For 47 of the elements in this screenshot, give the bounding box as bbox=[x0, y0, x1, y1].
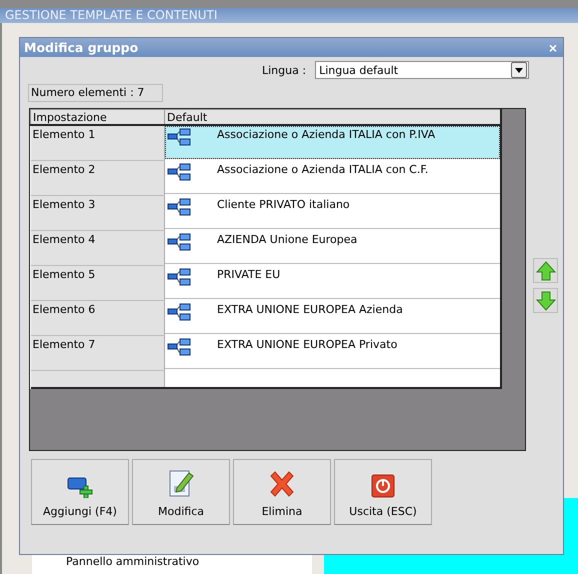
tree-icon bbox=[167, 232, 191, 252]
tree-icon bbox=[167, 198, 191, 218]
column-header[interactable]: Default bbox=[164, 110, 501, 125]
element-count: Numero elementi : 7 bbox=[28, 84, 163, 102]
dialog-title: Modifica gruppo bbox=[24, 40, 138, 55]
tree-icon bbox=[167, 162, 191, 182]
delete-icon bbox=[268, 470, 296, 498]
tree-item[interactable]: Pannello amministrativo bbox=[66, 555, 200, 568]
table-cell: Elemento 2 bbox=[30, 160, 164, 196]
cell-text: Cliente PRIVATO italiano bbox=[217, 198, 350, 212]
document-pencil-icon bbox=[167, 468, 195, 498]
cell-text: AZIENDA Unione Europea bbox=[217, 232, 358, 248]
table-cell[interactable]: Cliente PRIVATO italiano bbox=[165, 196, 500, 228]
table-cell[interactable]: PRIVATE EU bbox=[165, 266, 500, 298]
add-button[interactable]: Aggiungi (F4) bbox=[31, 459, 129, 525]
table-cell[interactable]: AZIENDA Unione Europea bbox=[165, 230, 500, 264]
up-arrow-icon bbox=[536, 260, 556, 280]
language-label: Lingua : bbox=[262, 64, 306, 76]
table-cell[interactable]: EXTRA UNIONE EUROPEA Privato bbox=[165, 336, 500, 368]
cell-text: EXTRA UNIONE EUROPEA Azienda bbox=[217, 302, 403, 318]
delete-button[interactable]: Elimina bbox=[233, 459, 331, 525]
table-cell: Elemento 7 bbox=[30, 336, 164, 370]
edit-button[interactable]: Modifica bbox=[132, 459, 230, 525]
table-cell: Elemento 5 bbox=[30, 266, 164, 300]
table-cell: Elemento 3 bbox=[30, 196, 164, 230]
cell-text: Associazione o Azienda ITALIA con P.IVA bbox=[217, 128, 436, 143]
exit-button[interactable]: Uscita (ESC) bbox=[334, 459, 432, 525]
language-dropdown[interactable]: Lingua default bbox=[315, 61, 530, 79]
move-up-button[interactable] bbox=[533, 258, 558, 283]
table-cell[interactable]: EXTRA UNIONE EUROPEA Azienda bbox=[165, 300, 500, 334]
table-cell: Elemento 6 bbox=[30, 300, 164, 336]
cell-text: EXTRA UNIONE EUROPEA Privato bbox=[217, 338, 398, 352]
table-cell: Elemento 1 bbox=[30, 125, 164, 160]
table-cell: Elemento 4 bbox=[30, 230, 164, 266]
window-title: GESTIONE TEMPLATE E CONTENUTI bbox=[0, 8, 578, 23]
column-header[interactable]: Impostazione bbox=[30, 110, 164, 125]
tree-icon bbox=[167, 302, 191, 322]
tree-icon bbox=[167, 338, 191, 358]
power-icon bbox=[371, 474, 395, 498]
cell-text: Associazione o Azienda ITALIA con C.F. bbox=[217, 162, 428, 178]
move-down-button[interactable] bbox=[533, 288, 558, 313]
table-cell[interactable]: Associazione o Azienda ITALIA con C.F. bbox=[165, 160, 500, 194]
table-cell[interactable]: Associazione o Azienda ITALIA con P.IVA bbox=[165, 126, 500, 159]
down-arrow-icon bbox=[536, 290, 556, 310]
cell-text: PRIVATE EU bbox=[217, 268, 280, 282]
tree-icon bbox=[167, 268, 191, 288]
tree-icon bbox=[167, 128, 191, 148]
